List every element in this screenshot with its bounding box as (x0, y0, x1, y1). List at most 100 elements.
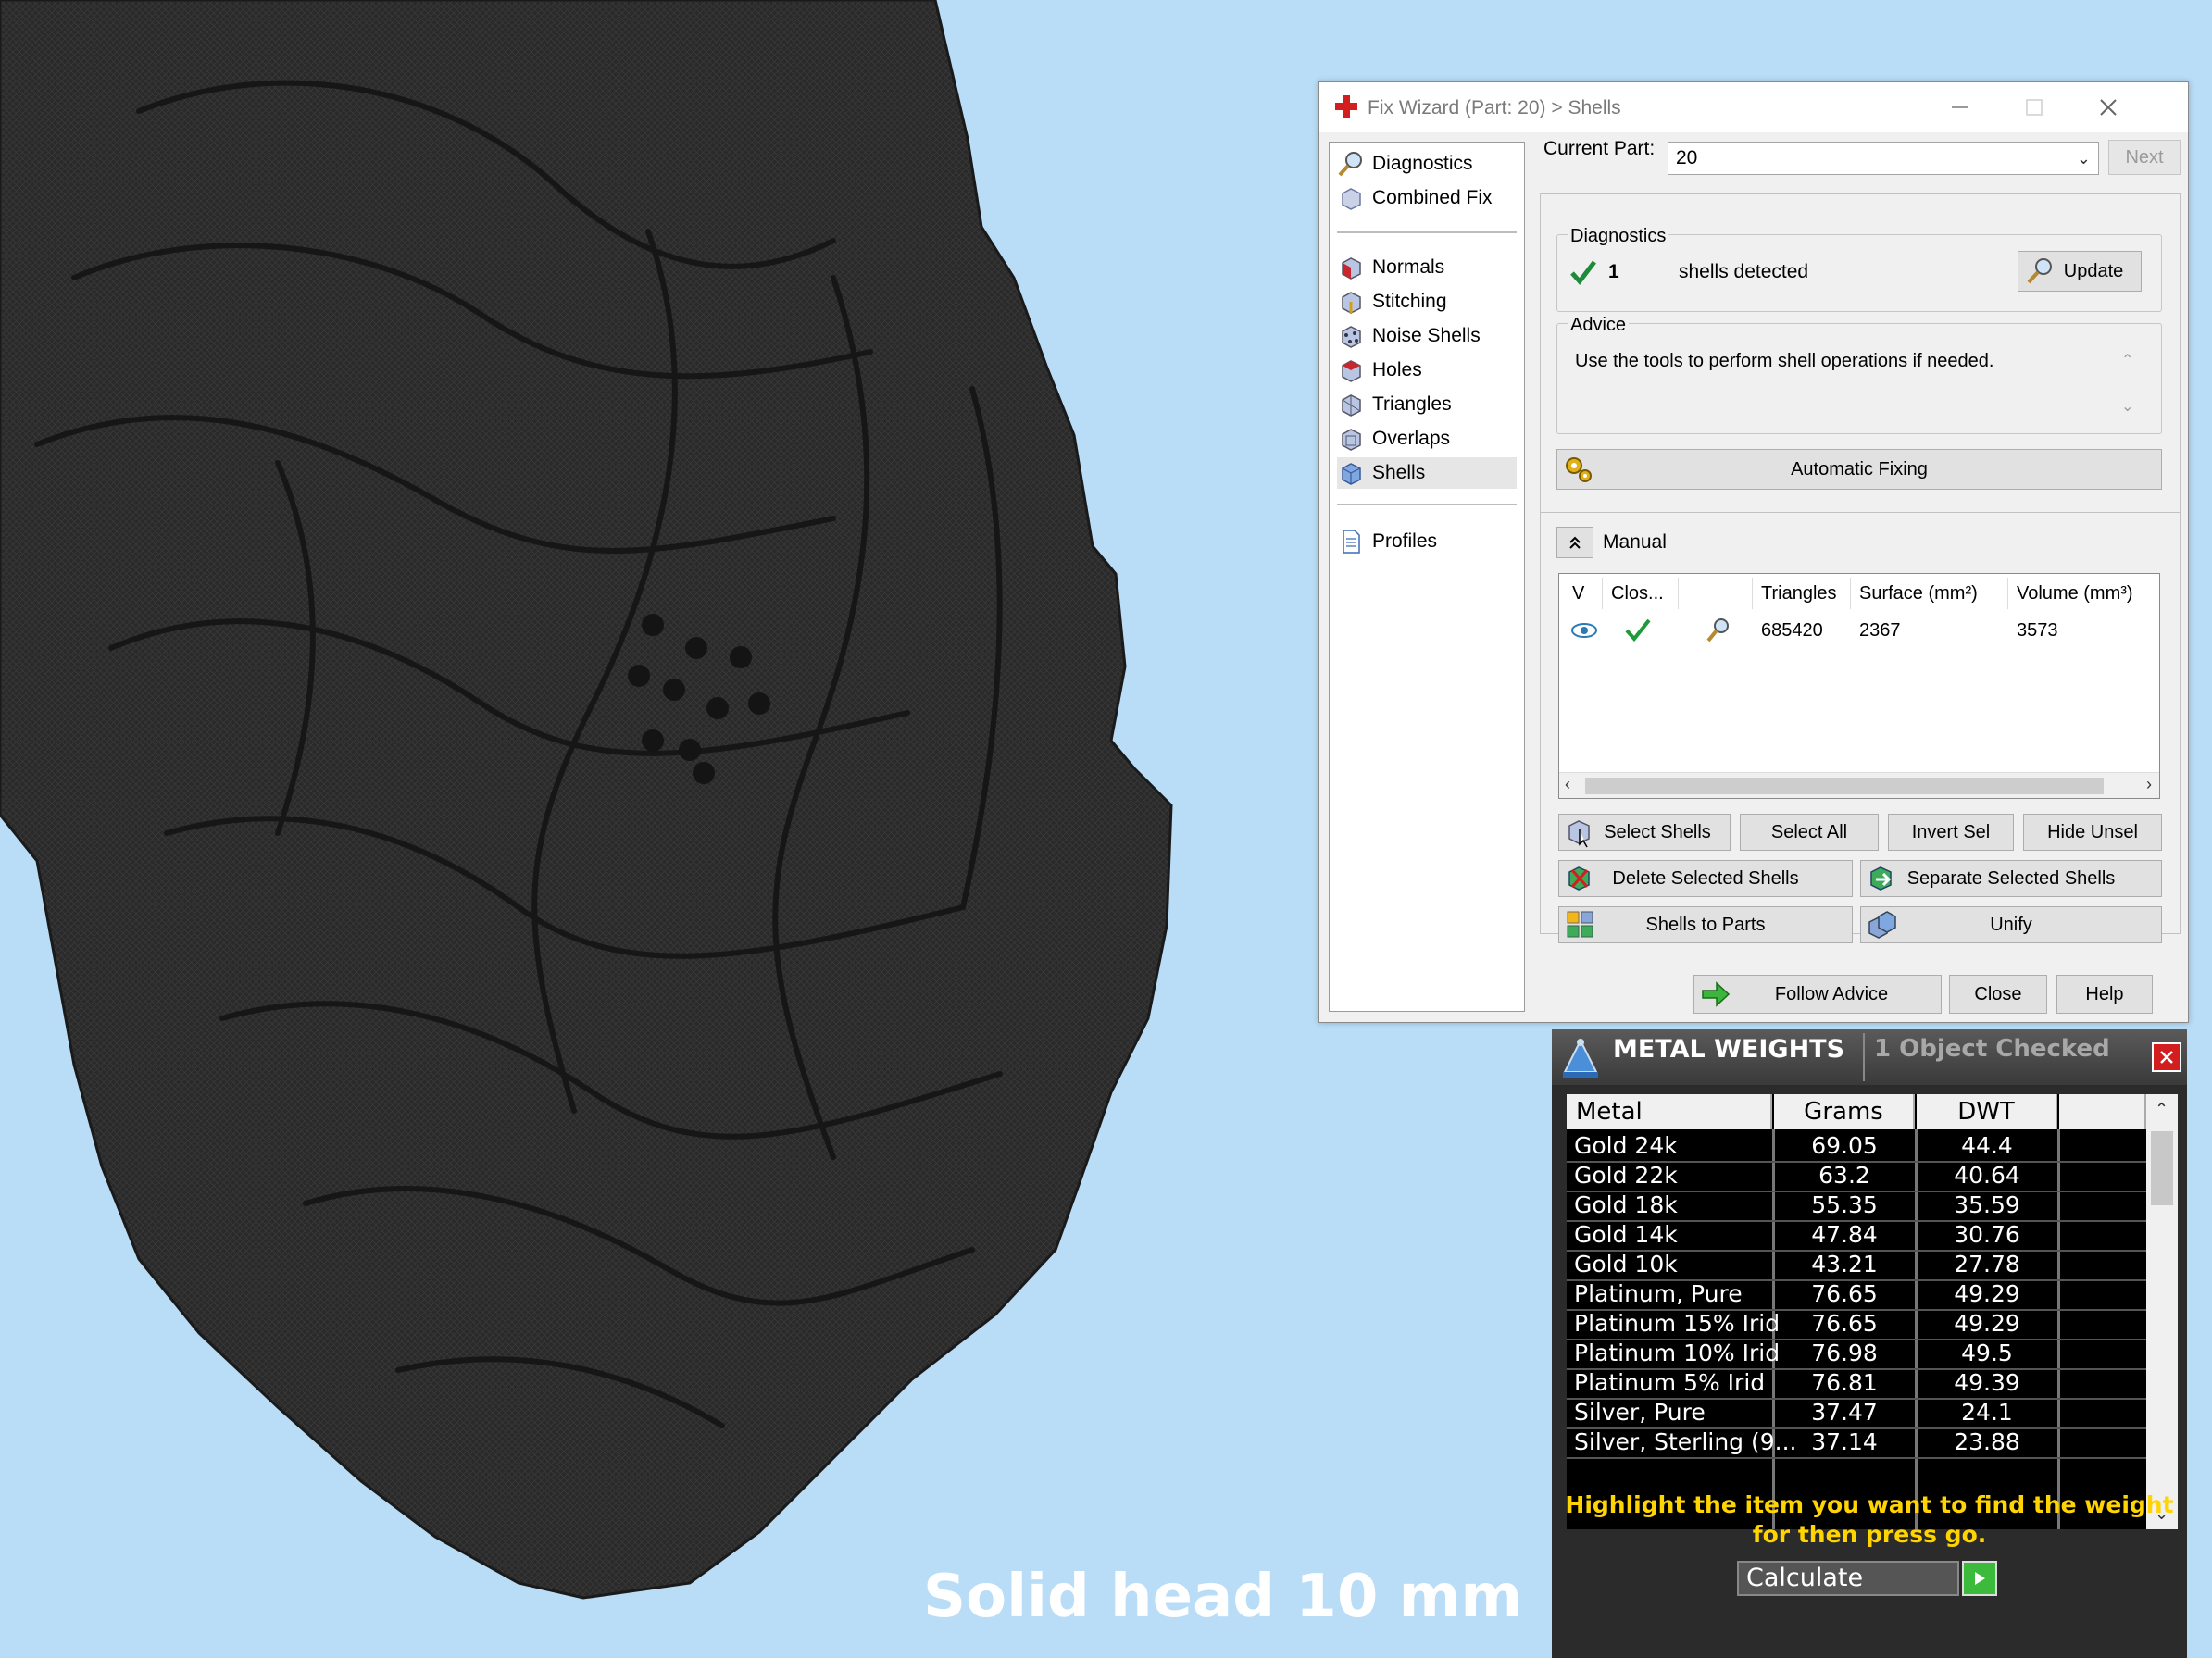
scrollbar-thumb[interactable] (2151, 1131, 2173, 1205)
stitching-cube-icon (1342, 292, 1361, 314)
nav-separator (1337, 231, 1517, 233)
normals-cube-icon (1342, 257, 1361, 280)
metal-name: Platinum, Pure (1574, 1280, 1743, 1307)
close-window-button[interactable] (2071, 82, 2145, 132)
eye-icon[interactable] (1570, 620, 1598, 641)
table-row[interactable]: Platinum 5% Irid 76.81 49.39 (1567, 1368, 2146, 1398)
shells-detected-text: shells detected (1679, 261, 1809, 282)
minimize-icon (1952, 106, 1968, 108)
next-button[interactable]: Next (2108, 140, 2181, 175)
collapse-manual-button[interactable] (1556, 527, 1593, 558)
manual-label: Manual (1603, 531, 1667, 553)
close-metal-weights-button[interactable] (2152, 1042, 2181, 1072)
select-all-button[interactable]: Select All (1740, 814, 1879, 851)
dwt-value: 44.4 (1961, 1132, 2013, 1159)
caption-label: Solid head 10 mm (923, 1563, 1522, 1631)
column-header-dwt[interactable]: DWT (1917, 1094, 2057, 1129)
column-divider (1602, 578, 1603, 609)
grams-value: 43.21 (1811, 1251, 1878, 1278)
window-titlebar[interactable]: Fix Wizard (Part: 20) > Shells (1319, 82, 2188, 132)
nav-item-stitching[interactable]: Stitching (1337, 286, 1517, 318)
shells-to-parts-button[interactable]: Shells to Parts (1558, 906, 1853, 943)
metal-weights-header[interactable]: METAL WEIGHTS 1 Object Checked (1552, 1029, 2187, 1085)
green-arrow-icon (1702, 981, 1731, 1007)
window-title: Fix Wizard (Part: 20) > Shells (1368, 97, 1621, 118)
automatic-fixing-button[interactable]: Automatic Fixing (1556, 449, 2162, 490)
nav-item-profiles[interactable]: Profiles (1337, 526, 1517, 557)
minimize-button[interactable] (1923, 82, 1997, 132)
metal-weights-title: METAL WEIGHTS (1613, 1035, 1845, 1064)
column-header-metal[interactable]: Metal (1567, 1094, 1772, 1129)
table-row[interactable]: Gold 10k 43.21 27.78 (1567, 1250, 2146, 1279)
column-header-surface[interactable]: Surface (mm²) (1859, 583, 1978, 605)
table-row[interactable]: Platinum 15% Irid 76.65 49.29 (1567, 1309, 2146, 1339)
column-header-grams[interactable]: Grams (1774, 1094, 1915, 1129)
vertical-scrollbar[interactable]: ⌃ ⌄ (2146, 1094, 2178, 1529)
nav-item-label: Profiles (1372, 530, 1438, 552)
table-row[interactable]: Platinum 10% Irid 76.98 49.5 (1567, 1339, 2146, 1368)
nav-item-diagnostics[interactable]: Diagnostics (1337, 148, 1517, 180)
go-button[interactable] (1962, 1561, 1997, 1596)
column-header-triangles[interactable]: Triangles (1761, 583, 1837, 605)
follow-advice-button[interactable]: Follow Advice (1693, 975, 1942, 1014)
table-row[interactable]: Gold 14k 47.84 30.76 (1567, 1220, 2146, 1250)
scroll-up-icon[interactable]: ⌃ (2155, 1100, 2168, 1119)
select-shells-button[interactable]: Select Shells (1558, 814, 1731, 851)
nav-item-normals[interactable]: Normals (1337, 252, 1517, 283)
calculate-field[interactable]: Calculate (1737, 1561, 1959, 1596)
scroll-left-icon[interactable]: ‹ (1565, 775, 1570, 794)
shells-table[interactable]: V Clos... Triangles Surface (mm²) Volume… (1558, 573, 2160, 799)
grams-value: 55.35 (1811, 1191, 1878, 1218)
magnifier-icon (1338, 152, 1362, 177)
separate-selected-shells-button[interactable]: Separate Selected Shells (1860, 860, 2162, 897)
update-button[interactable]: Update (2018, 251, 2142, 292)
magnifier-icon[interactable] (1704, 617, 1731, 644)
nav-item-holes[interactable]: Holes (1337, 355, 1517, 386)
dwt-value: 24.1 (1961, 1399, 2013, 1426)
delete-selected-shells-button[interactable]: Delete Selected Shells (1558, 860, 1853, 897)
nav-item-combined-fix[interactable]: Combined Fix (1337, 182, 1517, 214)
gears-icon (1566, 457, 1592, 482)
table-row[interactable]: Gold 18k 55.35 35.59 (1567, 1191, 2146, 1220)
column-header-volume[interactable]: Volume (mm³) (2017, 583, 2133, 605)
unify-button[interactable]: Unify (1860, 906, 2162, 943)
play-arrow-icon (1975, 1572, 1985, 1585)
close-button[interactable]: Close (1949, 975, 2047, 1014)
instruction-text: Highlight the item you want to find the … (1565, 1491, 2174, 1548)
dwt-value: 30.76 (1954, 1221, 2020, 1248)
horizontal-scrollbar[interactable]: ‹ › (1559, 772, 2159, 798)
maximize-icon (2026, 99, 2043, 116)
head-mesh-model (0, 0, 1173, 1600)
automatic-fixing-label: Automatic Fixing (1791, 458, 1928, 480)
current-part-select[interactable]: 20 ⌄ (1668, 142, 2099, 175)
hide-unsel-button[interactable]: Hide Unsel (2023, 814, 2162, 851)
table-row[interactable]: Gold 24k 69.05 44.4 (1567, 1131, 2146, 1161)
model-viewport[interactable]: Solid head 10 mm (0, 0, 1522, 1658)
nav-item-label: Diagnostics (1372, 153, 1473, 174)
scroll-up-icon[interactable]: ⌃ (2121, 351, 2179, 369)
maximize-button[interactable] (1997, 82, 2071, 132)
nav-item-triangles[interactable]: Triangles (1337, 389, 1517, 420)
column-header-v[interactable]: V (1572, 583, 1584, 605)
grams-value: 69.05 (1811, 1132, 1878, 1159)
close-icon (2100, 99, 2117, 116)
metal-weights-table[interactable]: Metal Grams DWT Gold 24k 69.05 44.4 Gold 2… (1567, 1094, 2146, 1529)
help-button[interactable]: Help (2056, 975, 2153, 1014)
metal-weights-panel: METAL WEIGHTS 1 Object Checked Metal Gra… (1552, 1029, 2187, 1658)
column-header-closed[interactable]: Clos... (1611, 583, 1664, 605)
scroll-right-icon[interactable]: › (2146, 775, 2152, 794)
invert-sel-button[interactable]: Invert Sel (1888, 814, 2014, 851)
scale-icon (1563, 1038, 1598, 1078)
nav-item-noise-shells[interactable]: Noise Shells (1337, 320, 1517, 352)
metal-name: Gold 14k (1574, 1221, 1678, 1248)
holes-cube-icon (1342, 360, 1361, 382)
scroll-down-icon[interactable]: ⌄ (2121, 397, 2179, 416)
table-row[interactable]: Platinum, Pure 76.65 49.29 (1567, 1279, 2146, 1309)
scrollbar-thumb[interactable] (1585, 778, 2104, 794)
table-row[interactable]: Silver, Sterling (9... 37.14 23.88 (1567, 1427, 2146, 1457)
nav-item-overlaps[interactable]: Overlaps (1337, 423, 1517, 455)
table-row[interactable]: Gold 22k 63.2 40.64 (1567, 1161, 2146, 1191)
table-row[interactable]: Silver, Pure 37.47 24.1 (1567, 1398, 2146, 1427)
fix-wizard-icon (1335, 95, 1357, 118)
nav-item-shells[interactable]: Shells (1337, 457, 1517, 489)
